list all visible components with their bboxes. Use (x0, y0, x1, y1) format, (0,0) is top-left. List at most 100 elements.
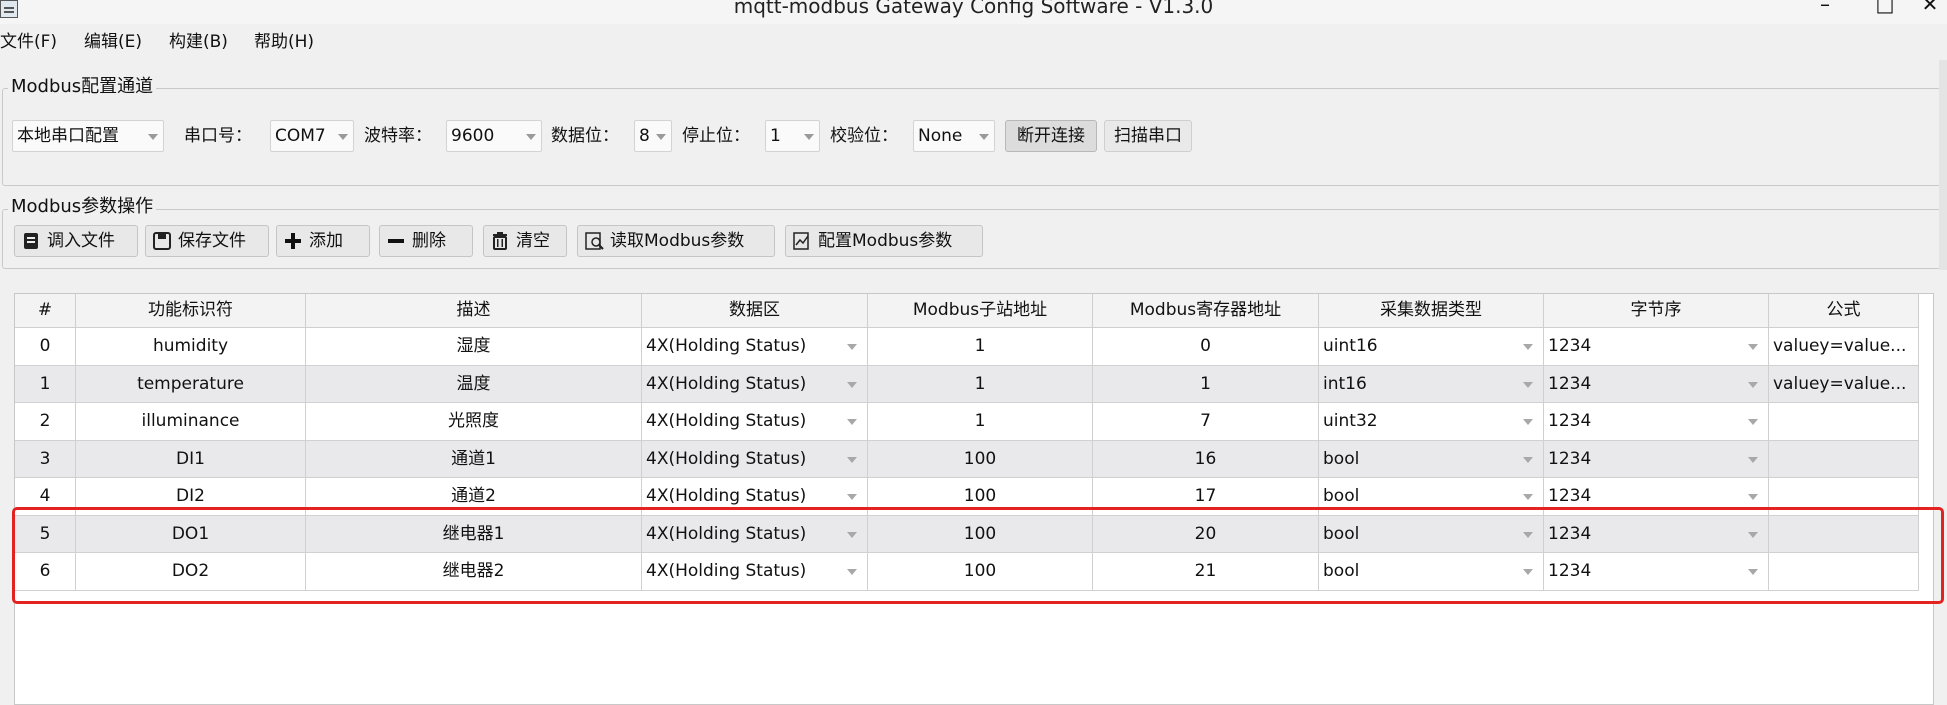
menu-edit[interactable]: 编辑(E) (84, 27, 142, 57)
cell-id[interactable]: DI1 (76, 440, 306, 478)
config-modbus-params-button[interactable]: 配置Modbus参数 (785, 225, 983, 257)
col-header-type[interactable]: 采集数据类型 (1319, 294, 1544, 328)
table-row[interactable]: 4 DI2 通道2 4X(Holding Status) 100 17 bool 1234 (15, 478, 1919, 516)
cell-endian[interactable]: 1234 (1544, 440, 1769, 478)
cell-desc[interactable]: 温度 (306, 365, 642, 403)
cell-formula[interactable] (1769, 403, 1919, 441)
cell-endian[interactable]: 1234 (1544, 478, 1769, 516)
read-modbus-params-button[interactable]: 读取Modbus参数 (577, 225, 775, 257)
col-header-area[interactable]: 数据区 (642, 294, 868, 328)
cell-formula[interactable] (1769, 440, 1919, 478)
baud-select[interactable]: 9600 (446, 120, 542, 152)
cell-register[interactable]: 1 (1093, 365, 1319, 403)
maximize-button[interactable]: □ (1870, 0, 1900, 16)
cell-desc[interactable]: 通道1 (306, 440, 642, 478)
cell-slave[interactable]: 100 (868, 440, 1093, 478)
col-header-register[interactable]: Modbus寄存器地址 (1093, 294, 1319, 328)
table-row[interactable]: 1 temperature 温度 4X(Holding Status) 1 1 int16 1… (15, 365, 1919, 403)
delete-button[interactable]: 删除 (379, 225, 473, 257)
save-file-button[interactable]: 保存文件 (145, 225, 269, 257)
scan-ports-button[interactable]: 扫描串口 (1104, 120, 1192, 152)
cell-id[interactable]: DI2 (76, 478, 306, 516)
cell-formula[interactable] (1769, 553, 1919, 591)
cell-index[interactable]: 1 (15, 365, 76, 403)
table-row[interactable]: 5 DO1 继电器1 4X(Holding Status) 100 20 bool 1234 (15, 515, 1919, 553)
cell-register[interactable]: 17 (1093, 478, 1319, 516)
col-header-id[interactable]: 功能标识符 (76, 294, 306, 328)
table-row[interactable]: 3 DI1 通道1 4X(Holding Status) 100 16 bool 1234 (15, 440, 1919, 478)
cell-index[interactable]: 2 (15, 403, 76, 441)
port-select[interactable]: COM7 (270, 120, 354, 152)
cell-formula[interactable]: valuey=value... (1769, 365, 1919, 403)
cell-type[interactable]: bool (1319, 478, 1544, 516)
cell-index[interactable]: 5 (15, 515, 76, 553)
cell-area[interactable]: 4X(Holding Status) (642, 440, 868, 478)
cell-slave[interactable]: 100 (868, 553, 1093, 591)
cell-index[interactable]: 4 (15, 478, 76, 516)
cell-slave[interactable]: 100 (868, 515, 1093, 553)
close-button[interactable]: ✕ (1915, 0, 1945, 16)
cell-slave[interactable]: 100 (868, 478, 1093, 516)
col-header-formula[interactable]: 公式 (1769, 294, 1919, 328)
scrollbar[interactable] (1939, 60, 1947, 270)
cell-slave[interactable]: 1 (868, 328, 1093, 366)
col-header-index[interactable]: # (15, 294, 76, 328)
cell-id[interactable]: DO2 (76, 553, 306, 591)
cell-desc[interactable]: 通道2 (306, 478, 642, 516)
table-row[interactable]: 6 DO2 继电器2 4X(Holding Status) 100 21 bool 1234 (15, 553, 1919, 591)
mode-select[interactable]: 本地串口配置 (12, 120, 164, 152)
cell-slave[interactable]: 1 (868, 403, 1093, 441)
cell-formula[interactable] (1769, 515, 1919, 553)
menu-build[interactable]: 构建(B) (169, 27, 228, 57)
cell-desc[interactable]: 光照度 (306, 403, 642, 441)
load-file-button[interactable]: 调入文件 (14, 225, 138, 257)
cell-slave[interactable]: 1 (868, 365, 1093, 403)
col-header-endian[interactable]: 字节序 (1544, 294, 1769, 328)
cell-register[interactable]: 16 (1093, 440, 1319, 478)
cell-desc[interactable]: 湿度 (306, 328, 642, 366)
disconnect-button[interactable]: 断开连接 (1005, 120, 1097, 152)
cell-register[interactable]: 7 (1093, 403, 1319, 441)
cell-area[interactable]: 4X(Holding Status) (642, 365, 868, 403)
cell-area[interactable]: 4X(Holding Status) (642, 403, 868, 441)
cell-endian[interactable]: 1234 (1544, 328, 1769, 366)
table-row[interactable]: 2 illuminance 光照度 4X(Holding Status) 1 7 uint3… (15, 403, 1919, 441)
cell-desc[interactable]: 继电器1 (306, 515, 642, 553)
menu-help[interactable]: 帮助(H) (254, 27, 314, 57)
cell-endian[interactable]: 1234 (1544, 553, 1769, 591)
minimize-button[interactable]: – (1810, 0, 1840, 16)
table-row[interactable]: 0 humidity 湿度 4X(Holding Status) 1 0 uint16 123… (15, 328, 1919, 366)
menu-file[interactable]: 文件(F) (0, 27, 57, 57)
cell-id[interactable]: temperature (76, 365, 306, 403)
cell-type[interactable]: uint16 (1319, 328, 1544, 366)
cell-desc[interactable]: 继电器2 (306, 553, 642, 591)
clear-button[interactable]: 清空 (483, 225, 567, 257)
cell-type[interactable]: int16 (1319, 365, 1544, 403)
cell-area[interactable]: 4X(Holding Status) (642, 328, 868, 366)
cell-id[interactable]: illuminance (76, 403, 306, 441)
cell-type[interactable]: bool (1319, 515, 1544, 553)
cell-register[interactable]: 0 (1093, 328, 1319, 366)
add-button[interactable]: 添加 (276, 225, 370, 257)
cell-type[interactable]: uint32 (1319, 403, 1544, 441)
cell-id[interactable]: humidity (76, 328, 306, 366)
cell-area[interactable]: 4X(Holding Status) (642, 478, 868, 516)
cell-type[interactable]: bool (1319, 553, 1544, 591)
stopbits-select[interactable]: 1 (765, 120, 820, 152)
parity-select[interactable]: None (913, 120, 995, 152)
cell-register[interactable]: 21 (1093, 553, 1319, 591)
cell-index[interactable]: 3 (15, 440, 76, 478)
cell-formula[interactable]: valuey=value... (1769, 328, 1919, 366)
cell-index[interactable]: 6 (15, 553, 76, 591)
cell-area[interactable]: 4X(Holding Status) (642, 515, 868, 553)
cell-id[interactable]: DO1 (76, 515, 306, 553)
col-header-slave[interactable]: Modbus子站地址 (868, 294, 1093, 328)
databits-select[interactable]: 8 (634, 120, 672, 152)
cell-area[interactable]: 4X(Holding Status) (642, 553, 868, 591)
col-header-desc[interactable]: 描述 (306, 294, 642, 328)
cell-endian[interactable]: 1234 (1544, 515, 1769, 553)
cell-endian[interactable]: 1234 (1544, 365, 1769, 403)
cell-index[interactable]: 0 (15, 328, 76, 366)
cell-endian[interactable]: 1234 (1544, 403, 1769, 441)
cell-type[interactable]: bool (1319, 440, 1544, 478)
